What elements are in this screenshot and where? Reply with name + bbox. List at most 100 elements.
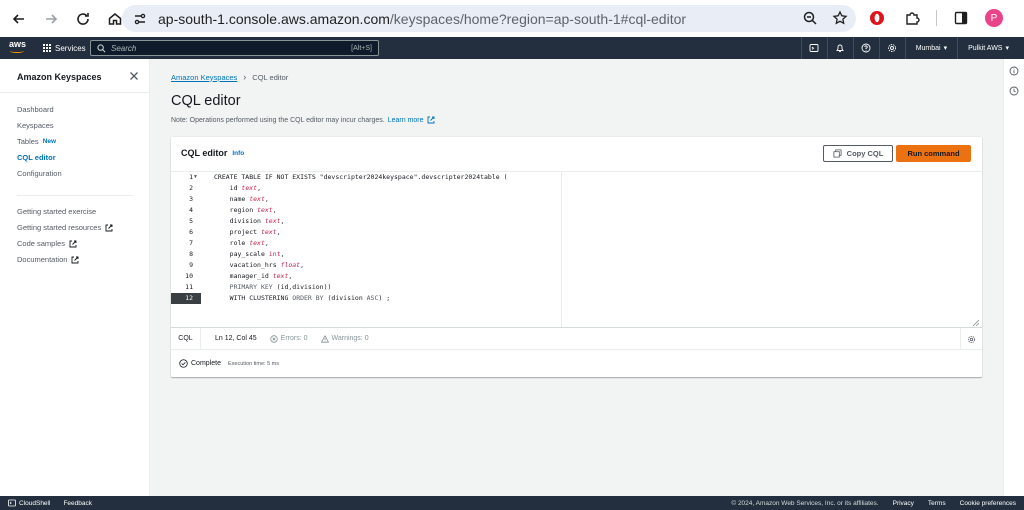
url-text: ap-south-1.console.aws.amazon.com/keyspa… <box>158 11 686 27</box>
site-info-icon[interactable] <box>132 11 148 27</box>
breadcrumb-root[interactable]: Amazon Keyspaces <box>171 73 237 82</box>
browser-menu-icon[interactable] <box>1016 7 1024 29</box>
learn-more-link[interactable]: Learn more <box>388 117 424 124</box>
sidebar-title[interactable]: Amazon Keyspaces <box>17 72 102 82</box>
aws-logo[interactable]: aws <box>9 39 29 55</box>
check-circle-icon <box>179 359 188 368</box>
profile-avatar[interactable]: P <box>985 9 1003 27</box>
new-badge: New <box>42 138 57 145</box>
copy-cql-label: Copy CQL <box>846 149 884 158</box>
side-panel-icon[interactable] <box>950 7 972 29</box>
warnings-count: Warnings: 0 <box>331 335 369 342</box>
sidebar-item-configuration[interactable]: Configuration <box>17 169 62 178</box>
code-content[interactable]: CREATE TABLE IF NOT EXISTS "devscripter2… <box>201 172 982 328</box>
notifications-button[interactable] <box>826 37 853 59</box>
sidebar-item-getting-started-exercise[interactable]: Getting started exercise <box>17 207 96 216</box>
zoom-icon[interactable] <box>802 10 818 26</box>
breadcrumb: Amazon Keyspaces › CQL editor <box>171 72 288 82</box>
page-note: Note: Operations performed using the CQL… <box>171 116 435 124</box>
close-icon[interactable] <box>129 71 139 81</box>
services-menu[interactable]: Services <box>43 44 86 53</box>
page-title: CQL editor <box>171 93 241 109</box>
console-footer: CloudShell Feedback © 2024, Amazon Web S… <box>0 496 1024 510</box>
gear-icon <box>967 335 976 343</box>
gear-icon <box>888 44 897 52</box>
search-input[interactable] <box>111 43 331 53</box>
resize-handle-icon[interactable] <box>973 320 979 326</box>
code-editor[interactable]: 1 ▼ 2 3 4 5 6 7 8 9 10 11 12 CREATE TABL… <box>171 171 982 328</box>
line-number: 9 <box>189 261 193 269</box>
copy-cql-button[interactable]: Copy CQL <box>823 145 893 162</box>
reload-button[interactable] <box>72 8 94 30</box>
run-command-button[interactable]: Run command <box>896 145 971 162</box>
sidebar-item-code-samples[interactable]: Code samples <box>17 239 77 248</box>
search-shortcut: [Alt+S] <box>351 44 372 52</box>
cloudshell-icon <box>8 499 16 507</box>
region-selector[interactable]: Mumbai ▾ <box>904 37 957 59</box>
sidebar-item-documentation[interactable]: Documentation <box>17 255 79 264</box>
services-label: Services <box>55 43 86 53</box>
sidebar-item-label: CQL editor <box>17 153 56 162</box>
fold-caret-icon[interactable]: ▼ <box>193 174 198 180</box>
address-bar[interactable]: ap-south-1.console.aws.amazon.com/keyspa… <box>122 5 856 32</box>
cloudshell-button[interactable] <box>800 37 827 59</box>
code-line: CREATE TABLE IF NOT EXISTS "devscripter2… <box>214 173 508 181</box>
feedback-link[interactable]: Feedback <box>63 500 92 507</box>
line-number: 4 <box>189 206 193 214</box>
code-line: role text, <box>214 239 269 247</box>
panel-header: CQL editor Info <box>181 148 244 158</box>
warnings-indicator: Warnings: 0 <box>320 334 369 343</box>
opera-extension-icon[interactable] <box>866 7 888 29</box>
editor-settings-button[interactable] <box>960 328 982 350</box>
cookie-preferences-link[interactable]: Cookie preferences <box>960 500 1016 507</box>
terms-link[interactable]: Terms <box>928 500 946 507</box>
line-number: 10 <box>185 272 193 280</box>
back-button[interactable] <box>8 8 30 30</box>
chevron-right-icon: › <box>243 72 247 82</box>
sidebar-item-label: Documentation <box>17 255 68 264</box>
code-line: id text, <box>214 184 261 192</box>
line-number: 2 <box>189 184 193 192</box>
forward-button[interactable] <box>40 8 62 30</box>
history-icon[interactable] <box>1009 86 1019 96</box>
bell-icon <box>836 44 845 52</box>
sidebar-item-dashboard[interactable]: Dashboard <box>17 105 54 114</box>
sidebar-item-label: Dashboard <box>17 105 54 114</box>
bookmark-star-icon[interactable] <box>832 10 848 26</box>
sidebar-item-tables[interactable]: Tables New <box>17 137 56 146</box>
side-navigation: Amazon Keyspaces Dashboard Keyspaces Tab… <box>0 59 150 496</box>
caret-down-icon: ▾ <box>1005 45 1009 52</box>
info-link[interactable]: Info <box>232 150 244 157</box>
help-icon <box>861 43 871 53</box>
privacy-link[interactable]: Privacy <box>893 500 914 507</box>
sidebar-item-getting-started-resources[interactable]: Getting started resources <box>17 223 113 232</box>
breadcrumb-current: CQL editor <box>252 72 289 82</box>
language-label: CQL <box>171 327 201 350</box>
external-link-icon <box>69 240 77 247</box>
extensions-puzzle-icon[interactable] <box>901 7 923 29</box>
execution-result: Complete Execution time: 5 ms <box>171 349 982 377</box>
aws-top-nav: aws Services [Alt+S] Mumbai▾ Pulkit AWS▾ <box>0 37 1024 59</box>
line-number: 6 <box>189 228 193 236</box>
help-button[interactable] <box>852 37 879 59</box>
code-line: division text, <box>214 217 285 225</box>
url-host: ap-south-1.console.aws.amazon.com <box>158 10 390 27</box>
sidebar-item-label: Getting started resources <box>17 223 102 232</box>
sidebar-item-label: Code samples <box>17 239 65 248</box>
sidebar-item-cql-editor[interactable]: CQL editor <box>17 153 56 162</box>
line-number: 11 <box>185 283 193 291</box>
copyright-text: © 2024, Amazon Web Services, Inc. or its… <box>731 499 879 507</box>
editor-status-bar: CQL Ln 12, Col 45 Errors: 0 Warnings: 0 <box>171 327 982 350</box>
search-icon <box>97 43 106 52</box>
info-circle-icon[interactable] <box>1009 66 1019 76</box>
cloudshell-link[interactable]: CloudShell <box>8 499 50 507</box>
cursor-position: Ln 12, Col 45 <box>215 335 257 342</box>
home-icon <box>108 12 122 25</box>
account-menu[interactable]: Pulkit AWS ▾ <box>957 37 1019 59</box>
result-status: Complete <box>191 360 221 367</box>
settings-button[interactable] <box>878 37 905 59</box>
cloudshell-icon <box>809 44 819 52</box>
external-link-icon <box>105 224 113 231</box>
sidebar-item-keyspaces[interactable]: Keyspaces <box>17 121 54 130</box>
aws-search[interactable]: [Alt+S] <box>90 40 379 56</box>
